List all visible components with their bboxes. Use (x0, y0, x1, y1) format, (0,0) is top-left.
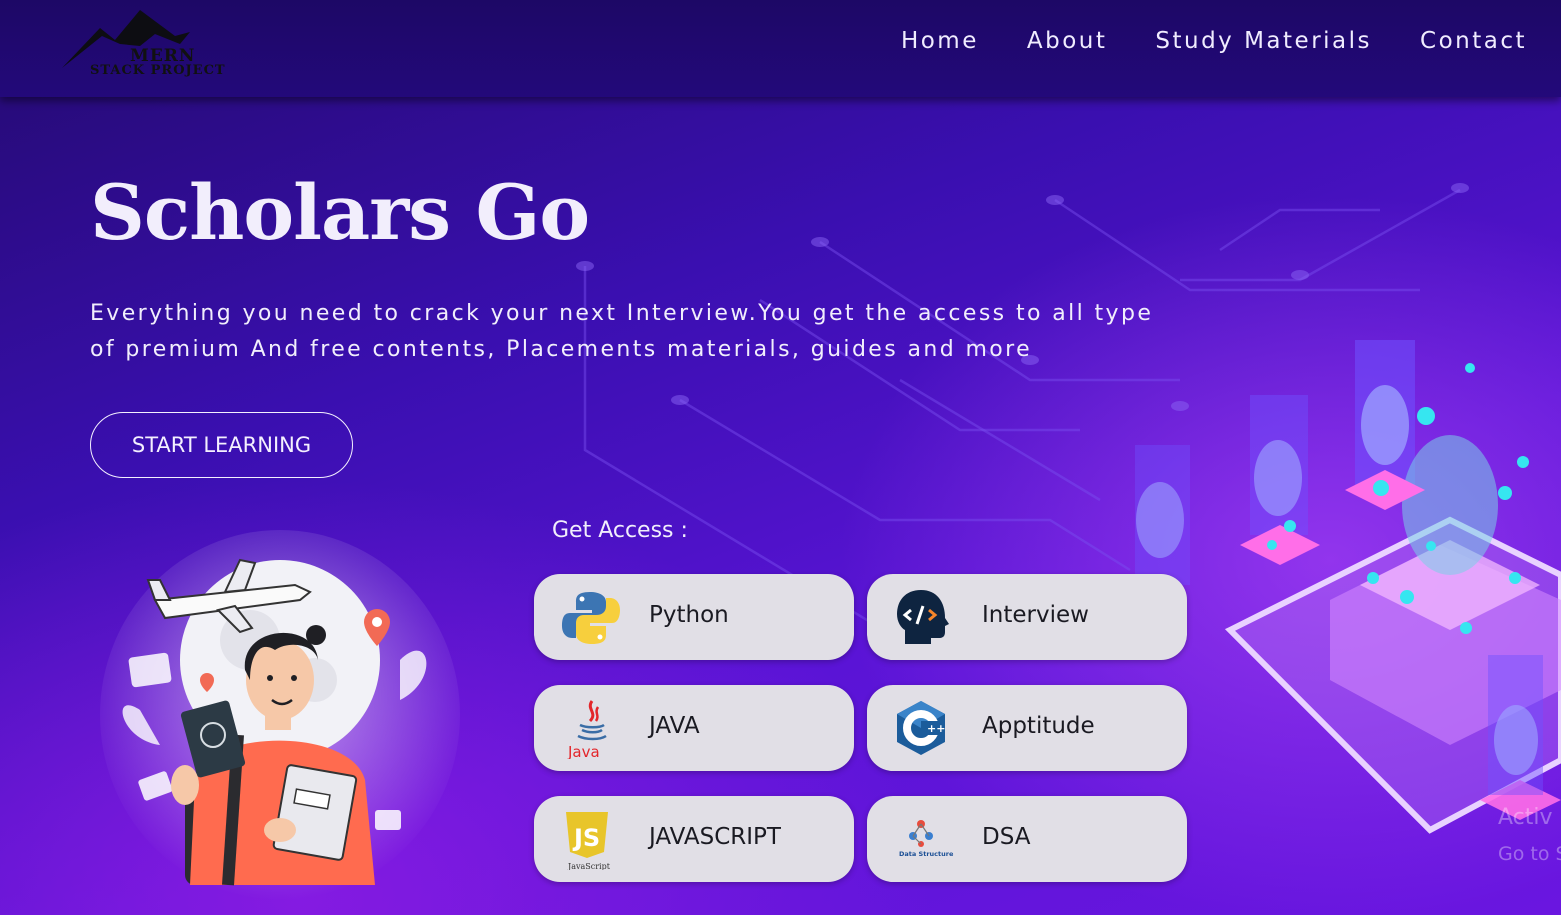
svg-text:++: ++ (927, 722, 945, 735)
nav-study-materials-link[interactable]: Study Materials (1155, 28, 1372, 54)
hero-title: Scholars Go (90, 168, 590, 257)
apptitude-label: Apptitude (982, 713, 1095, 739)
java-label: JAVA (649, 713, 700, 739)
data-structure-icon-text: Data Structure (899, 850, 954, 858)
page: MERN STACK PROJECT Home About Study Mate… (0, 0, 1561, 915)
get-access-label: Get Access : (552, 518, 688, 543)
javascript-logo-text: JavaScript (567, 862, 611, 870)
java-card[interactable]: Java JAVA (534, 685, 854, 771)
watermark-line1: Activ (1498, 805, 1553, 830)
nav-home-link[interactable]: Home (901, 28, 979, 54)
coder-head-icon (897, 590, 949, 644)
javascript-card[interactable]: JS JavaScript JAVASCRIPT (534, 796, 854, 882)
apptitude-card[interactable]: ++ Apptitude (867, 685, 1187, 771)
nav-contact-link[interactable]: Contact (1420, 28, 1527, 54)
interview-card[interactable]: Interview (867, 574, 1187, 660)
start-learning-button[interactable]: START LEARNING (90, 412, 353, 478)
logo[interactable]: MERN STACK PROJECT (60, 6, 250, 80)
hero-subtitle-line2: of premium And free contents, Placements… (90, 337, 1033, 362)
data-structure-icon: Data Structure (899, 820, 954, 858)
javascript-label: JAVASCRIPT (649, 824, 781, 850)
navbar: MERN STACK PROJECT Home About Study Mate… (0, 0, 1561, 97)
dsa-card[interactable]: Data Structure DSA (867, 796, 1187, 882)
java-logo-text: Java (567, 743, 600, 759)
javascript-logo-icon: JS JavaScript (566, 812, 611, 870)
cpp-logo-icon: ++ (897, 701, 945, 755)
python-logo-icon (562, 592, 620, 644)
interview-label: Interview (982, 602, 1089, 628)
logo-text-line2: STACK PROJECT (90, 63, 226, 78)
nav-about-link[interactable]: About (1027, 28, 1108, 54)
dsa-label: DSA (982, 824, 1031, 850)
hero-subtitle-line1: Everything you need to crack your next I… (90, 301, 1154, 326)
python-card[interactable]: Python (534, 574, 854, 660)
activation-watermark: Activ Go to S (1498, 800, 1561, 872)
student-illustration (100, 530, 460, 900)
hero-subtitle: Everything you need to crack your next I… (90, 296, 1310, 368)
svg-text:JS: JS (572, 824, 600, 852)
nav-links: Home About Study Materials Contact (853, 28, 1527, 54)
watermark-line2: Go to S (1498, 843, 1561, 865)
java-logo-icon: Java (567, 700, 607, 759)
python-label: Python (649, 602, 729, 628)
